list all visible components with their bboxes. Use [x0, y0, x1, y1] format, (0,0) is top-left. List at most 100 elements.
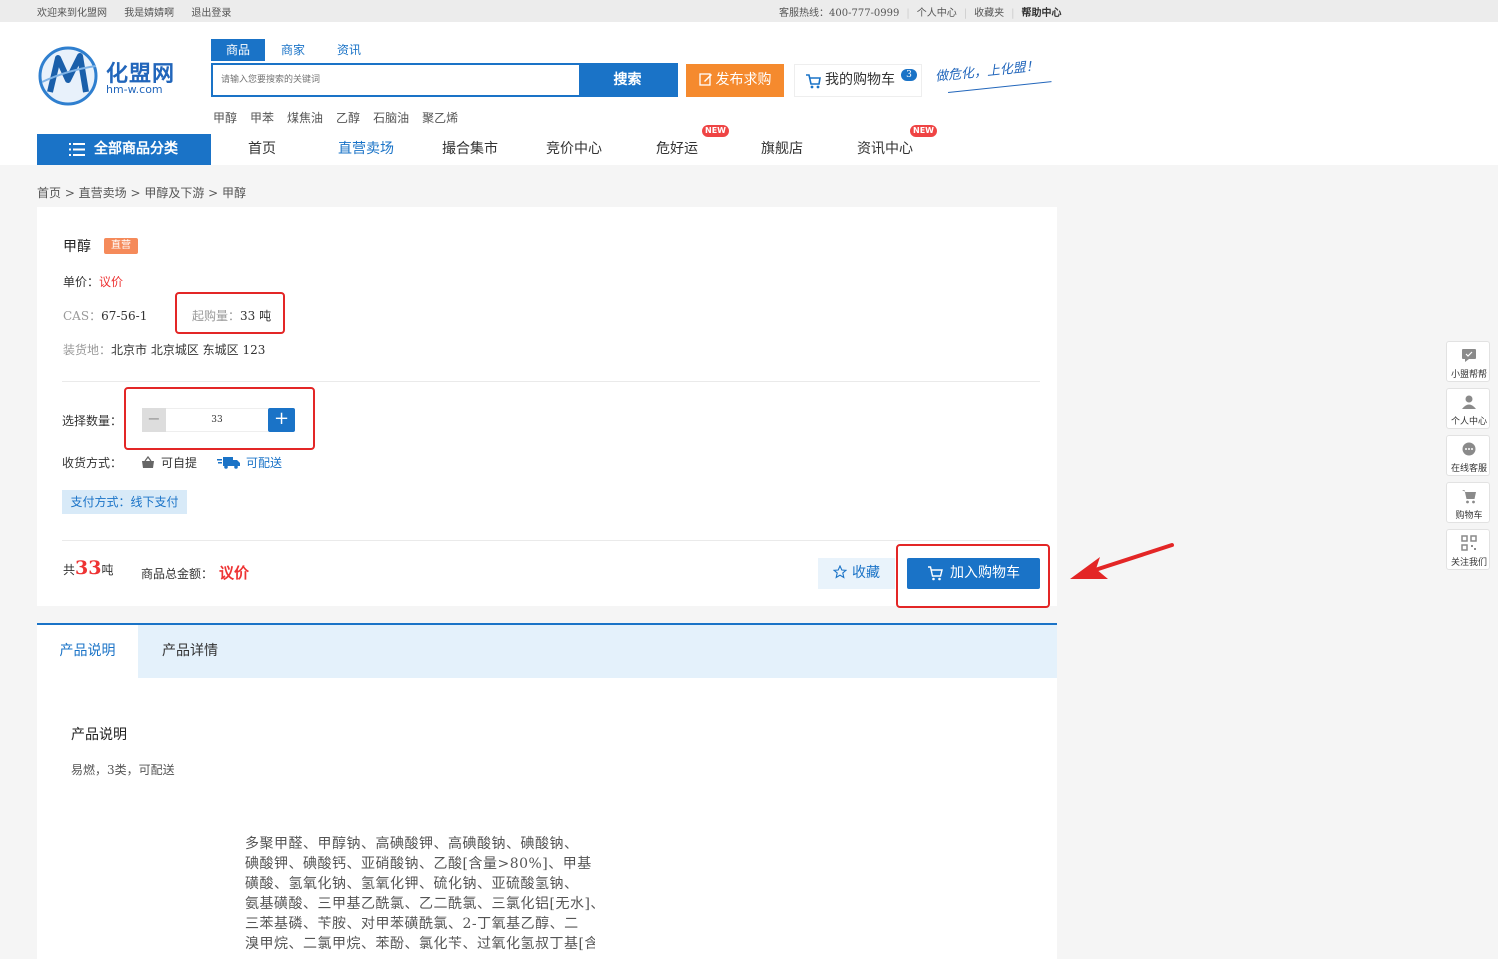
- logo-mark-icon: [38, 46, 98, 106]
- breadcrumb[interactable]: 首页 > 直营卖场 > 甲醇及下游 > 甲醇: [37, 184, 246, 201]
- welcome-text: 欢迎来到化盟网: [37, 8, 107, 19]
- scan-line: 碘酸钾、碘酸钙、亚硝酸钠、乙酸[含量>80%]、甲基: [245, 856, 592, 872]
- nav-flagship-store[interactable]: 旗舰店: [761, 134, 803, 165]
- total-quantity: 共33吨: [63, 557, 113, 579]
- cart-icon: [1462, 490, 1476, 504]
- hotword[interactable]: 煤焦油: [287, 111, 323, 125]
- search-button[interactable]: 搜索: [579, 65, 676, 95]
- hotword[interactable]: 乙醇: [336, 111, 360, 125]
- delivery-pickup: 可自提: [141, 454, 197, 471]
- sidebar-user-center[interactable]: 个人中心: [1446, 388, 1490, 429]
- quantity-highlight-box: [124, 387, 315, 450]
- product-card: 甲醇 直营 单价：议价 CAS：67-56-1 起购量：33 吨 装货地：北京市…: [37, 207, 1057, 608]
- nav-direct-market[interactable]: 直营卖场: [338, 134, 394, 165]
- username-link[interactable]: 我是婧婧啊: [124, 8, 174, 19]
- product-title: 甲醇: [63, 239, 91, 255]
- all-categories-button[interactable]: 全部商品分类: [37, 134, 211, 165]
- user-icon: [1462, 395, 1476, 409]
- cart-label: 我的购物车: [825, 72, 895, 88]
- favorite-label: 收藏: [852, 565, 880, 581]
- total-qty-value: 33: [75, 557, 102, 579]
- star-icon: [832, 564, 848, 579]
- ship-label: 可配送: [246, 456, 283, 470]
- site-logo[interactable]: 化盟网 hm-w.com: [36, 42, 176, 108]
- scanned-document-image: 多聚甲醛、甲醇钠、高碘酸钾、高碘酸钠、碘酸钠、 碘酸钾、碘酸钙、亚硝酸钠、乙酸[…: [245, 834, 595, 954]
- qr-code-icon: [1461, 535, 1477, 551]
- top-bar: 欢迎来到化盟网 我是婧婧啊 退出登录 客服热线：400-777-0999 | 个人中…: [0, 0, 1498, 22]
- price-value: 议价: [99, 275, 124, 289]
- payment-method-badge: 支付方式：线下支付: [62, 490, 187, 514]
- edit-icon: [698, 73, 712, 86]
- sidebar-user-label: 个人中心: [1450, 417, 1487, 427]
- new-badge: NEW: [910, 125, 937, 137]
- price-row: 单价：议价: [63, 273, 123, 290]
- annotation-arrow-icon: [1070, 543, 1174, 579]
- nav-bidding-center[interactable]: 竞价中心: [546, 134, 602, 165]
- publish-label: 发布求购: [715, 72, 772, 88]
- headset-icon: [1462, 442, 1476, 456]
- top-bar-left: 欢迎来到化盟网 我是婧婧啊 退出登录: [37, 4, 245, 19]
- direct-badge: 直营: [104, 238, 138, 254]
- nav-news-center[interactable]: 资讯中心 NEW: [857, 125, 937, 165]
- detail-tabs: 产品说明 产品详情: [37, 623, 1057, 678]
- search-input[interactable]: [213, 65, 581, 95]
- favorites-link[interactable]: 收藏夹: [974, 8, 1004, 19]
- search-box: 搜索: [211, 63, 678, 97]
- tab-search-merchants[interactable]: 商家: [275, 39, 311, 61]
- origin-row: 装货地：北京市 北京城区 东城区 123: [63, 341, 265, 358]
- help-center-link[interactable]: 帮助中心: [1022, 8, 1062, 19]
- basket-icon: [142, 455, 154, 468]
- logo-url: hm-w.com: [106, 83, 163, 96]
- nav-matching-market[interactable]: 撮合集市: [442, 134, 498, 165]
- cas-label: CAS：: [63, 309, 102, 323]
- scan-line: 多聚甲醛、甲醇钠、高碘酸钾、高碘酸钠、碘酸钠、: [245, 836, 579, 852]
- delivery-label: 收货方式：: [62, 456, 123, 470]
- new-badge: NEW: [702, 125, 729, 137]
- tab-product-description[interactable]: 产品说明: [37, 625, 138, 678]
- tab-product-details[interactable]: 产品详情: [138, 625, 242, 678]
- menu-icon: [69, 143, 85, 156]
- total-amount: 商品总金额： 议价: [141, 562, 249, 583]
- nav-logistics[interactable]: 危好运 NEW: [656, 125, 729, 165]
- hotword[interactable]: 聚乙烯: [422, 111, 458, 125]
- publish-request-button[interactable]: 发布求购: [686, 64, 784, 97]
- sidebar-follow-label: 关注我们: [1450, 558, 1487, 568]
- description-section: 产品说明 易燃，3类，可配送 多聚甲醛、甲醇钠、高碘酸钾、高碘酸钠、碘酸钠、 碘…: [37, 678, 1057, 959]
- chat-icon: [1462, 349, 1476, 362]
- description-text: 易燃，3类，可配送: [71, 763, 175, 777]
- tab-search-news[interactable]: 资讯: [331, 39, 367, 61]
- scan-line: 磺酸、氢氧化钠、氢氧化钾、硫化钠、亚硫酸氢钠、: [245, 876, 579, 892]
- sidebar-helper[interactable]: 小盟帮帮: [1446, 341, 1490, 382]
- my-cart-button[interactable]: 我的购物车 3: [794, 64, 922, 97]
- site-header: 化盟网 hm-w.com 商品 商家 资讯 搜索 甲醇甲苯煤焦油乙醇石脑油聚乙烯…: [0, 22, 1498, 165]
- delivery-ship: 可配送: [217, 454, 282, 471]
- nav-news-label: 资讯中心: [857, 141, 913, 157]
- favorite-button[interactable]: 收藏: [818, 558, 895, 589]
- description-title: 产品说明: [71, 727, 127, 743]
- total-unit: 吨: [101, 563, 114, 577]
- scan-line: 溴甲烷、二氯甲烷、苯酚、氯化苄、过氧化氢叔丁基[含: [245, 936, 595, 952]
- top-bar-right: 客服热线：400-777-0999 | 个人中心 | 收藏夹 | 帮助中心: [779, 8, 1062, 19]
- cart-count-badge: 3: [901, 69, 917, 81]
- logout-link[interactable]: 退出登录: [191, 8, 231, 19]
- cart-icon: [806, 74, 821, 89]
- tab-search-goods[interactable]: 商品: [211, 39, 265, 61]
- hotword[interactable]: 甲醇: [213, 111, 237, 125]
- sidebar-follow-us[interactable]: 关注我们: [1446, 529, 1490, 570]
- amount-label: 商品总金额：: [141, 567, 214, 581]
- divider: [62, 540, 1040, 541]
- hotword[interactable]: 石脑油: [373, 111, 409, 125]
- price-label: 单价：: [63, 275, 100, 289]
- all-categories-label: 全部商品分类: [94, 141, 178, 157]
- cas-row: CAS：67-56-1: [63, 307, 147, 324]
- quantity-label: 选择数量：: [62, 414, 123, 428]
- pickup-label: 可自提: [161, 456, 198, 470]
- hotword[interactable]: 甲苯: [250, 111, 274, 125]
- sidebar-online-service[interactable]: 在线客服: [1446, 435, 1490, 476]
- sidebar-cart[interactable]: 购物车: [1446, 482, 1490, 523]
- hot-keywords: 甲醇 甲苯 煤焦油 乙醇 石脑油 聚乙烯: [213, 109, 471, 126]
- nav-logistics-label: 危好运: [656, 141, 698, 157]
- cas-value: 67-56-1: [101, 309, 148, 323]
- user-center-link[interactable]: 个人中心: [917, 8, 957, 19]
- nav-home[interactable]: 首页: [248, 134, 276, 165]
